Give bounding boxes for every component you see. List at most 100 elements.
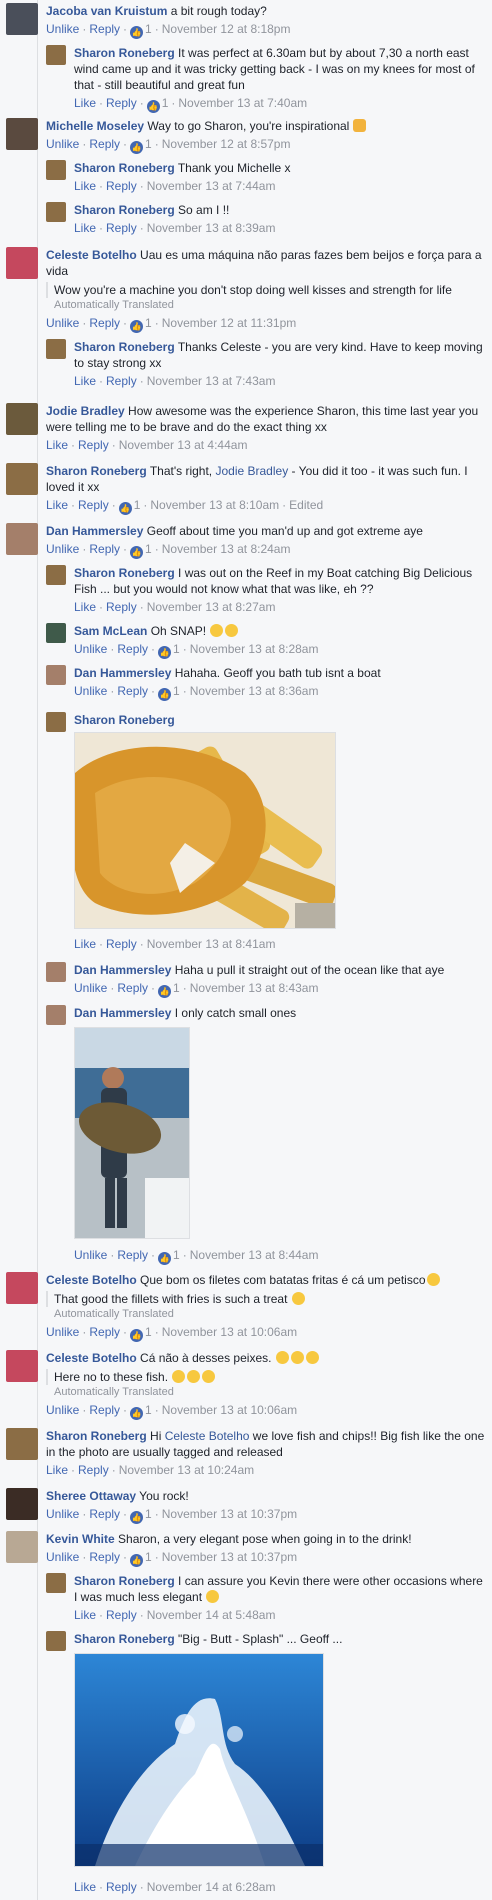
reply-button[interactable]: Reply <box>89 1403 120 1417</box>
timestamp[interactable]: November 13 at 8:44am <box>190 1248 319 1262</box>
author-link[interactable]: Celeste Botelho <box>46 1351 137 1365</box>
like-badge-icon[interactable]: 👍 <box>158 985 172 998</box>
author-link[interactable]: Kevin White <box>46 1532 115 1546</box>
reply-button[interactable]: Reply <box>106 96 137 110</box>
avatar[interactable] <box>46 1573 66 1593</box>
unlike-button[interactable]: Unlike <box>46 1507 79 1521</box>
reply-button[interactable]: Reply <box>117 642 148 656</box>
unlike-button[interactable]: Unlike <box>46 542 79 556</box>
author-link[interactable]: Sheree Ottaway <box>46 1489 136 1503</box>
timestamp[interactable]: November 13 at 7:40am <box>178 96 307 110</box>
like-badge-icon[interactable]: 👍 <box>130 1407 144 1420</box>
reply-button[interactable]: Reply <box>89 1550 120 1564</box>
timestamp[interactable]: November 13 at 8:39am <box>147 221 276 235</box>
reply-button[interactable]: Reply <box>117 684 148 698</box>
author-link[interactable]: Dan Hammersley <box>74 666 171 680</box>
splash-photo[interactable] <box>74 1653 324 1867</box>
reply-button[interactable]: Reply <box>89 22 120 36</box>
timestamp[interactable]: November 13 at 10:06am <box>162 1403 297 1417</box>
timestamp[interactable]: November 14 at 6:28am <box>147 1880 276 1894</box>
avatar[interactable] <box>46 712 66 732</box>
like-badge-icon[interactable]: 👍 <box>118 502 132 515</box>
timestamp[interactable]: November 13 at 8:10am <box>150 498 279 512</box>
timestamp[interactable]: November 13 at 7:43am <box>147 374 276 388</box>
like-button[interactable]: Like <box>74 221 96 235</box>
like-badge-icon[interactable]: 👍 <box>158 688 172 701</box>
reply-button[interactable]: Reply <box>106 1880 137 1894</box>
author-link[interactable]: Sharon Roneberg <box>74 1632 175 1646</box>
timestamp[interactable]: November 12 at 11:31pm <box>162 316 297 330</box>
timestamp[interactable]: November 14 at 5:48am <box>147 1608 276 1622</box>
timestamp[interactable]: November 12 at 8:18pm <box>162 22 291 36</box>
like-button[interactable]: Like <box>46 1463 68 1477</box>
reply-button[interactable]: Reply <box>89 542 120 556</box>
timestamp[interactable]: November 13 at 8:24am <box>162 542 291 556</box>
author-link[interactable]: Jacoba van Kruistum <box>46 4 167 18</box>
author-link[interactable]: Sharon Roneberg <box>46 1429 147 1443</box>
avatar[interactable] <box>6 1350 38 1382</box>
reply-button[interactable]: Reply <box>89 1507 120 1521</box>
fish-and-chips-photo[interactable] <box>74 732 336 929</box>
avatar[interactable] <box>6 463 38 495</box>
reply-button[interactable]: Reply <box>106 937 137 951</box>
avatar[interactable] <box>6 1428 38 1460</box>
avatar[interactable] <box>6 1488 38 1520</box>
author-link[interactable]: Dan Hammersley <box>46 524 143 538</box>
avatar[interactable] <box>6 523 38 555</box>
like-count[interactable]: 1 <box>145 1550 152 1564</box>
unlike-button[interactable]: Unlike <box>46 137 79 151</box>
author-link[interactable]: Celeste Botelho <box>46 248 137 262</box>
like-badge-icon[interactable]: 👍 <box>130 26 144 39</box>
big-fish-photo[interactable] <box>74 1027 190 1239</box>
avatar[interactable] <box>46 160 66 180</box>
like-badge-icon[interactable]: 👍 <box>158 646 172 659</box>
like-button[interactable]: Like <box>74 600 96 614</box>
like-count[interactable]: 1 <box>145 1325 152 1339</box>
timestamp[interactable]: November 13 at 8:28am <box>190 642 319 656</box>
timestamp[interactable]: November 13 at 8:27am <box>147 600 276 614</box>
like-count[interactable]: 1 <box>173 981 180 995</box>
timestamp[interactable]: November 13 at 10:37pm <box>162 1550 297 1564</box>
avatar[interactable] <box>46 1631 66 1651</box>
like-badge-icon[interactable]: 👍 <box>158 1252 172 1265</box>
like-button[interactable]: Like <box>74 374 96 388</box>
like-count[interactable]: 1 <box>145 316 152 330</box>
reply-button[interactable]: Reply <box>106 600 137 614</box>
avatar[interactable] <box>46 202 66 222</box>
author-link[interactable]: Dan Hammersley <box>74 1006 171 1020</box>
reply-button[interactable]: Reply <box>106 1608 137 1622</box>
reply-button[interactable]: Reply <box>117 981 148 995</box>
author-link[interactable]: Jodie Bradley <box>46 404 125 418</box>
author-link[interactable]: Celeste Botelho <box>46 1273 137 1287</box>
avatar[interactable] <box>6 118 38 150</box>
reply-button[interactable]: Reply <box>117 1248 148 1262</box>
reply-button[interactable]: Reply <box>106 374 137 388</box>
avatar[interactable] <box>46 339 66 359</box>
unlike-button[interactable]: Unlike <box>46 1403 79 1417</box>
like-button[interactable]: Like <box>74 1880 96 1894</box>
like-count[interactable]: 1 <box>145 22 152 36</box>
like-badge-icon[interactable]: 👍 <box>130 320 144 333</box>
like-badge-icon[interactable]: 👍 <box>130 141 144 154</box>
reply-button[interactable]: Reply <box>106 179 137 193</box>
author-link[interactable]: Sharon Roneberg <box>74 203 175 217</box>
reply-button[interactable]: Reply <box>78 1463 109 1477</box>
unlike-button[interactable]: Unlike <box>74 981 107 995</box>
reply-button[interactable]: Reply <box>89 316 120 330</box>
avatar[interactable] <box>46 623 66 643</box>
author-link[interactable]: Sam McLean <box>74 624 147 638</box>
author-link[interactable]: Sharon Roneberg <box>74 46 175 60</box>
like-button[interactable]: Like <box>74 179 96 193</box>
timestamp[interactable]: November 13 at 10:24am <box>119 1463 254 1477</box>
timestamp[interactable]: November 13 at 10:37pm <box>162 1507 297 1521</box>
edited-label[interactable]: Edited <box>289 498 323 512</box>
like-badge-icon[interactable]: 👍 <box>130 1329 144 1342</box>
mention-link[interactable]: Celeste Botelho <box>165 1429 250 1443</box>
timestamp[interactable]: November 13 at 8:41am <box>147 937 276 951</box>
like-count[interactable]: 1 <box>145 137 152 151</box>
unlike-button[interactable]: Unlike <box>74 642 107 656</box>
reply-button[interactable]: Reply <box>78 438 109 452</box>
timestamp[interactable]: November 13 at 4:44am <box>119 438 248 452</box>
like-count[interactable]: 1 <box>145 1507 152 1521</box>
author-link[interactable]: Sharon Roneberg <box>74 340 175 354</box>
